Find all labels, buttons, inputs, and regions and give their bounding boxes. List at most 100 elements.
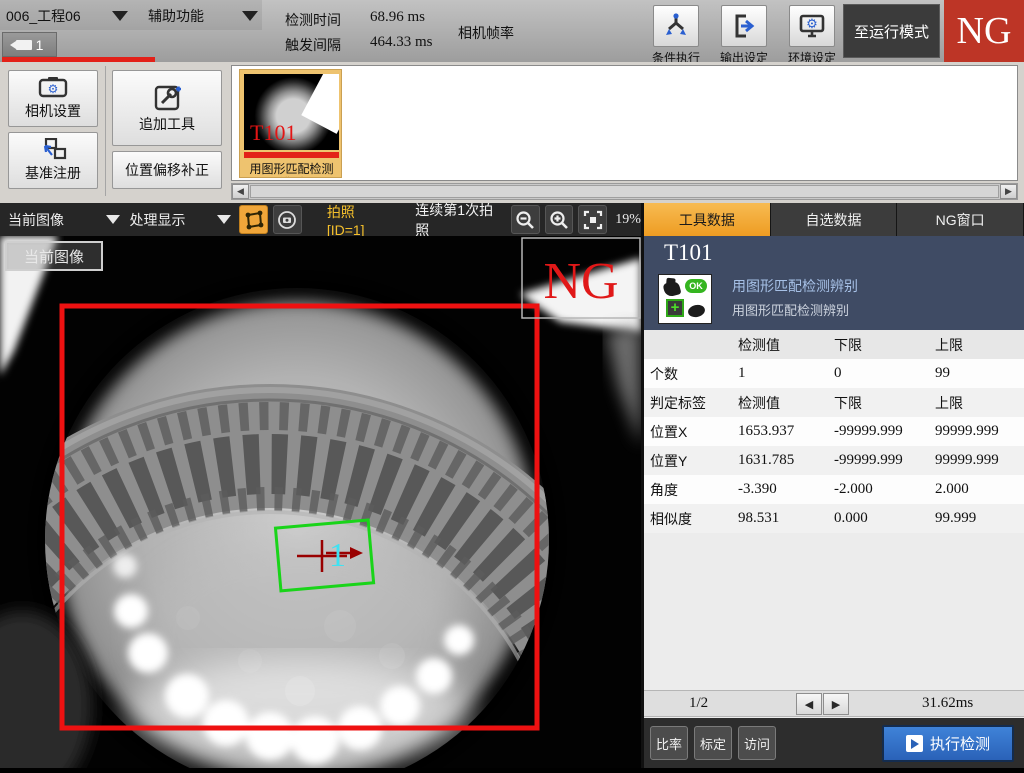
viewer-image-label-text: 当前图像	[24, 249, 84, 266]
execute-inspection-button[interactable]: 执行检测	[882, 725, 1014, 762]
row-upper: 99999.999	[929, 417, 1024, 446]
row-value: 1631.785	[732, 446, 828, 475]
polygon-region-icon	[244, 210, 264, 230]
table-row: 位置Y 1631.785 -99999.999 99999.999	[644, 446, 1024, 475]
row-label: 位置X	[644, 417, 732, 446]
chevron-down-icon	[106, 215, 120, 224]
wrench-plus-icon	[152, 83, 182, 111]
environment-settings-group: ⚙ 环境设定	[781, 5, 843, 66]
base-register-button[interactable]: 基准注册	[8, 132, 98, 189]
offset-correct-button[interactable]: 位置偏移补正	[112, 151, 222, 189]
row-label: 相似度	[644, 504, 732, 533]
offset-correct-label: 位置偏移补正	[125, 160, 209, 180]
zoom-in-button[interactable]	[545, 205, 574, 234]
ng-result-bar	[244, 152, 339, 158]
next-page-button[interactable]: ▶	[823, 693, 849, 715]
output-settings-button[interactable]	[721, 5, 767, 47]
magnifier-plus-icon	[549, 210, 569, 230]
environment-settings-icon: ⚙	[798, 12, 826, 40]
row-upper: 99	[929, 359, 1024, 388]
video-camera-icon	[16, 40, 32, 50]
display-mode-label: 处理显示	[130, 210, 218, 230]
base-register-label: 基准注册	[25, 163, 81, 183]
row-upper: 99.999	[929, 504, 1024, 533]
prev-page-button[interactable]: ◀	[796, 693, 822, 715]
tool-strip: ⚙ 相机设置 基准注册 追加工具 位置偏移补正 T101 用图形匹	[0, 62, 1024, 203]
row-label: 位置Y	[644, 446, 732, 475]
pattern-match-tool-icon: OK +	[658, 274, 712, 324]
row-value: 检测值	[732, 388, 828, 417]
image-source-dropdown[interactable]: 当前图像	[0, 210, 120, 230]
run-mode-button[interactable]: 至运行模式	[843, 4, 940, 58]
ratio-button[interactable]: 比率	[650, 726, 688, 760]
tool-header: T101 OK + 用图形匹配检测辨别 用图形匹配检测辨别	[644, 236, 1024, 330]
page-indicator: 1/2	[689, 695, 708, 712]
measurement-table: 检测值 下限 上限 个数 1 0 99 判定标签 检测值 下限 上限 位置X 1…	[644, 330, 1024, 533]
tool-thumbnail-t101[interactable]: T101 用图形匹配检测 辨别	[239, 69, 342, 178]
calibration-button[interactable]: 标定	[694, 726, 732, 760]
tab-ng-window[interactable]: NG窗口	[897, 203, 1024, 236]
chevron-down-icon	[242, 11, 258, 21]
table-row: 相似度 98.531 0.000 99.999	[644, 504, 1024, 533]
row-label: 个数	[644, 359, 732, 388]
row-upper: 上限	[929, 388, 1024, 417]
row-lower: -2.000	[828, 475, 929, 504]
row-lower: 下限	[828, 388, 929, 417]
add-tool-button[interactable]: 追加工具	[112, 70, 222, 146]
tool-thumbnail-caption2: 辨别	[240, 174, 342, 178]
scroll-right-arrow-icon[interactable]: ▶	[1000, 184, 1017, 199]
project-selector-label: 006_工程06	[6, 6, 81, 26]
zoom-out-button[interactable]	[511, 205, 540, 234]
region-display-button[interactable]	[239, 205, 268, 234]
svg-text:⚙: ⚙	[48, 82, 59, 96]
access-button[interactable]: 访问	[738, 726, 776, 760]
add-tool-label: 追加工具	[139, 114, 195, 134]
row-value: 1653.937	[732, 417, 828, 446]
table-row: 位置X 1653.937 -99999.999 99999.999	[644, 417, 1024, 446]
ng-status-badge: NG	[944, 0, 1024, 62]
zoom-percent-value: 19%	[615, 212, 641, 228]
fit-screen-button[interactable]	[578, 205, 607, 234]
viewer-toolbar: 当前图像 处理显示 拍照[ID=1] 连续第1次拍照	[0, 203, 641, 236]
camera-setup-button[interactable]: ⚙ 相机设置	[8, 70, 98, 127]
environment-settings-button[interactable]: ⚙	[789, 5, 835, 47]
ng-overlay-label: NG	[543, 253, 618, 310]
tab-custom-data[interactable]: 自选数据	[771, 203, 898, 236]
row-lower: 0	[828, 359, 929, 388]
row-lower: -99999.999	[828, 417, 929, 446]
row-value: 1	[732, 359, 828, 388]
aux-menu[interactable]: 辅助功能	[148, 5, 258, 27]
tool-thumbnail-id: T101	[250, 120, 296, 146]
panel-bottom-bar: 比率 标定 访问 执行检测	[644, 718, 1024, 768]
tab-tool-data[interactable]: 工具数据	[644, 203, 771, 236]
scrollbar-thumb[interactable]	[250, 185, 999, 198]
header-lower: 下限	[828, 330, 929, 359]
thumbnail-scrollbar[interactable]: ◀ ▶	[231, 183, 1018, 200]
table-subheader-row: 判定标签 检测值 下限 上限	[644, 388, 1024, 417]
play-icon	[906, 735, 923, 752]
header-empty	[644, 330, 732, 359]
match-index-label: 1	[329, 537, 346, 574]
row-value: 98.531	[732, 504, 828, 533]
row-label: 判定标签	[644, 388, 732, 417]
project-selector[interactable]: 006_工程06	[6, 5, 128, 27]
result-pager: 1/2 ◀ ▶ 31.62ms	[644, 690, 1024, 717]
inspect-time-label: 检测时间	[285, 10, 341, 30]
aux-menu-label: 辅助功能	[148, 6, 204, 26]
scroll-left-arrow-icon[interactable]: ◀	[232, 184, 249, 199]
camera-image-viewer[interactable]: 1 NG 当前图像	[0, 236, 641, 768]
tool-name: 用图形匹配检测辨别	[732, 276, 858, 296]
camera-setup-label: 相机设置	[25, 101, 81, 121]
viewer-image-label: 当前图像	[6, 242, 102, 270]
display-mode-dropdown[interactable]: 处理显示	[120, 210, 232, 230]
trigger-interval-value: 464.33 ms	[370, 34, 433, 51]
camera-tab-1[interactable]: 1	[2, 32, 57, 57]
trigger-interval-label: 触发间隔	[285, 35, 341, 55]
chevron-down-icon	[112, 11, 128, 21]
condition-execute-button[interactable]	[653, 5, 699, 47]
tool-description: 用图形匹配检测辨别	[732, 300, 849, 319]
live-camera-button[interactable]	[273, 205, 302, 234]
ellipse-shape-icon	[687, 303, 706, 318]
ok-bubble-icon: OK	[685, 279, 707, 293]
header-value: 检测值	[732, 330, 828, 359]
